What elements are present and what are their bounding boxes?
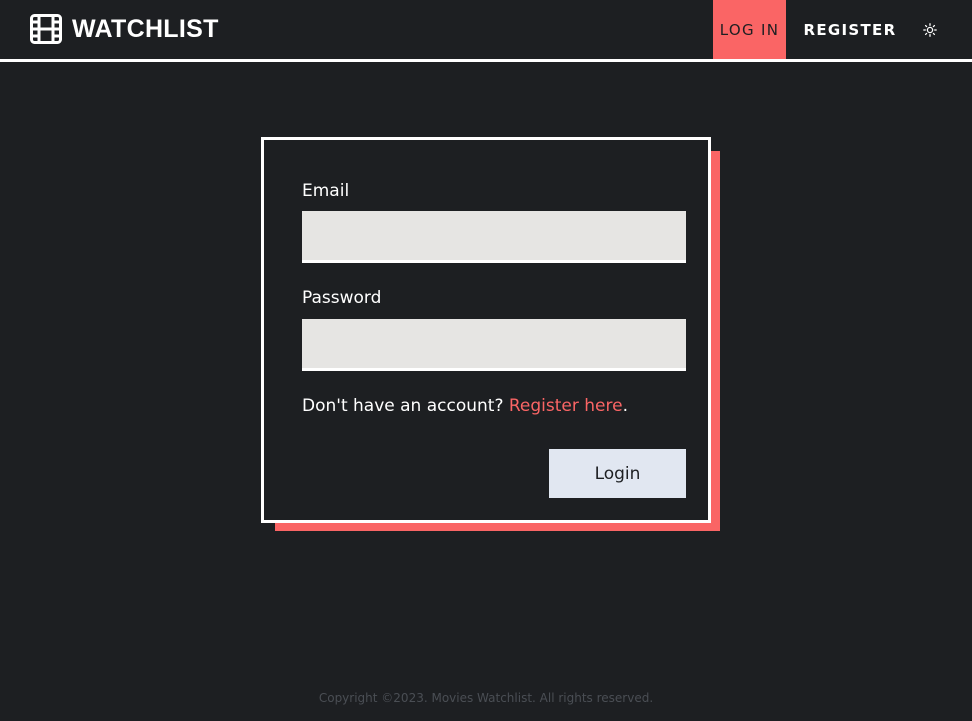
register-prompt-suffix: . bbox=[622, 396, 628, 416]
film-icon bbox=[30, 14, 62, 44]
theme-toggle-button[interactable] bbox=[920, 20, 940, 40]
nav-register-link[interactable]: REGISTER bbox=[800, 0, 900, 59]
login-button[interactable]: Login bbox=[549, 449, 686, 498]
register-prompt-text: Don't have an account? bbox=[302, 396, 509, 416]
email-field[interactable] bbox=[302, 211, 686, 263]
register-here-link[interactable]: Register here bbox=[509, 396, 623, 416]
email-label: Email bbox=[302, 181, 350, 201]
password-label: Password bbox=[302, 288, 382, 308]
login-form: Email Password Don't have an account? Re… bbox=[261, 137, 711, 523]
logo[interactable]: WATCHLIST bbox=[30, 14, 219, 44]
footer-copyright: Copyright ©2023. Movies Watchlist. All r… bbox=[318, 691, 654, 705]
register-prompt: Don't have an account? Register here. bbox=[302, 396, 628, 416]
password-field[interactable] bbox=[302, 319, 686, 371]
logo-text: WATCHLIST bbox=[72, 14, 219, 43]
top-navbar: WATCHLIST LOG IN REGISTER bbox=[0, 0, 972, 62]
sun-icon bbox=[923, 23, 937, 37]
nav-login-link[interactable]: LOG IN bbox=[713, 0, 786, 59]
